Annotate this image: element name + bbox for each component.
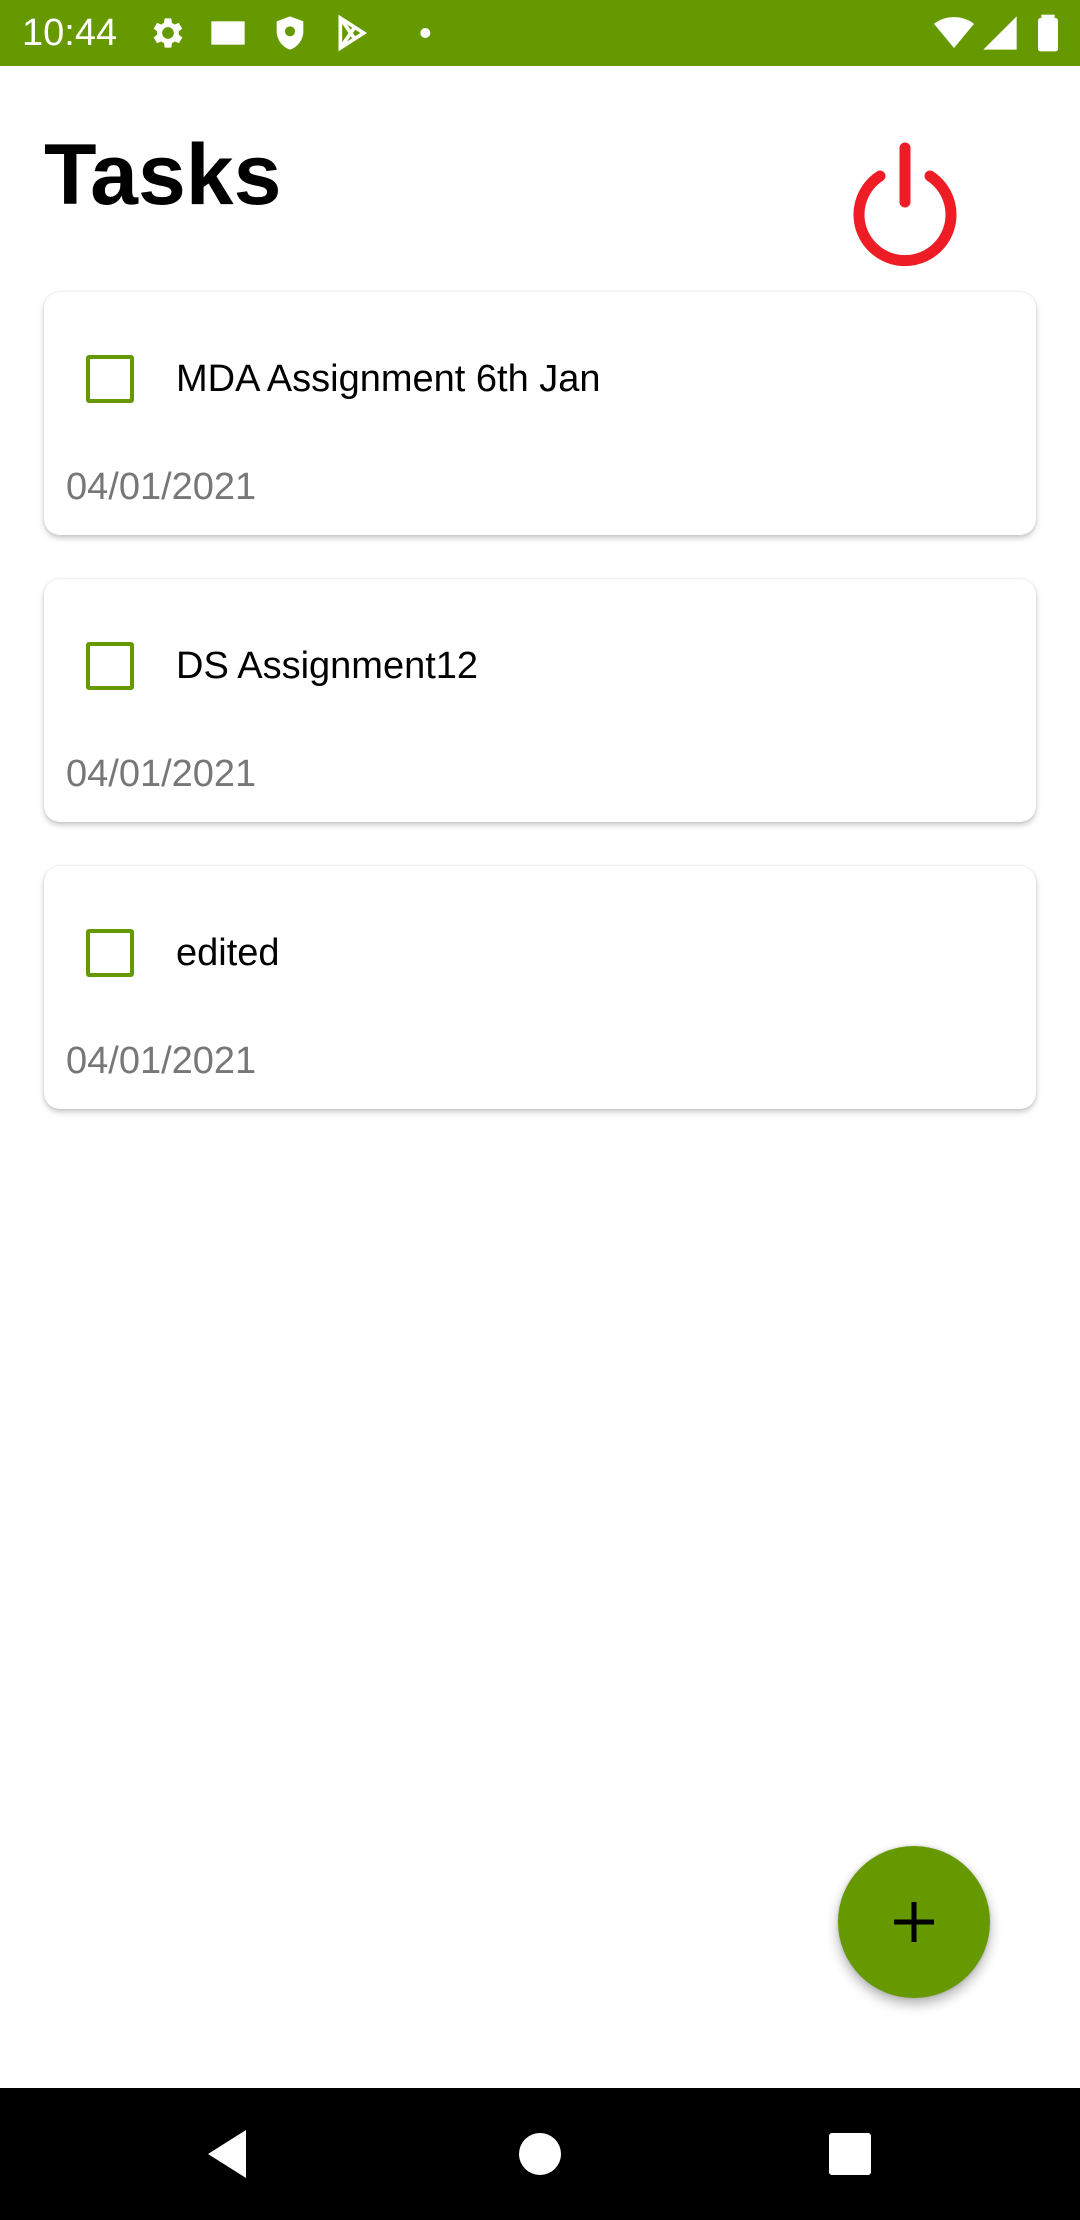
task-card[interactable]: MDA Assignment 6th Jan 04/01/2021	[44, 292, 1036, 535]
task-title: MDA Assignment 6th Jan	[176, 358, 601, 400]
page-title: Tasks	[44, 127, 282, 223]
recents-button[interactable]	[820, 2124, 880, 2184]
power-button[interactable]	[840, 140, 970, 270]
card-icon	[208, 13, 248, 53]
task-date: 04/01/2021	[66, 753, 257, 795]
back-button[interactable]	[200, 2124, 260, 2184]
navigation-bar	[0, 2088, 1080, 2220]
task-title: DS Assignment12	[176, 645, 479, 687]
plus-icon	[894, 1902, 934, 1942]
wifi-icon	[934, 13, 974, 53]
signal-icon	[980, 13, 1020, 53]
battery-icon	[1028, 13, 1068, 53]
task-checkbox[interactable]	[86, 929, 134, 977]
shield-icon	[270, 13, 310, 53]
task-date: 04/01/2021	[66, 466, 257, 508]
status-bar: 10:44	[0, 0, 1080, 66]
task-checkbox[interactable]	[86, 642, 134, 690]
home-button[interactable]	[510, 2124, 570, 2184]
task-checkbox[interactable]	[86, 355, 134, 403]
add-task-button[interactable]	[838, 1846, 990, 1998]
task-list: MDA Assignment 6th Jan 04/01/2021 DS Ass…	[44, 292, 1036, 1153]
dot-icon	[392, 13, 432, 53]
recents-icon	[829, 2133, 871, 2175]
task-card[interactable]: edited 04/01/2021	[44, 866, 1036, 1109]
back-icon	[208, 2130, 246, 2178]
play-store-icon	[332, 13, 372, 53]
task-card[interactable]: DS Assignment12 04/01/2021	[44, 579, 1036, 822]
status-time: 10:44	[22, 12, 118, 54]
gear-icon	[148, 13, 188, 53]
task-title: edited	[176, 932, 280, 974]
power-icon	[853, 142, 957, 267]
task-date: 04/01/2021	[66, 1040, 257, 1082]
home-icon	[519, 2133, 561, 2175]
